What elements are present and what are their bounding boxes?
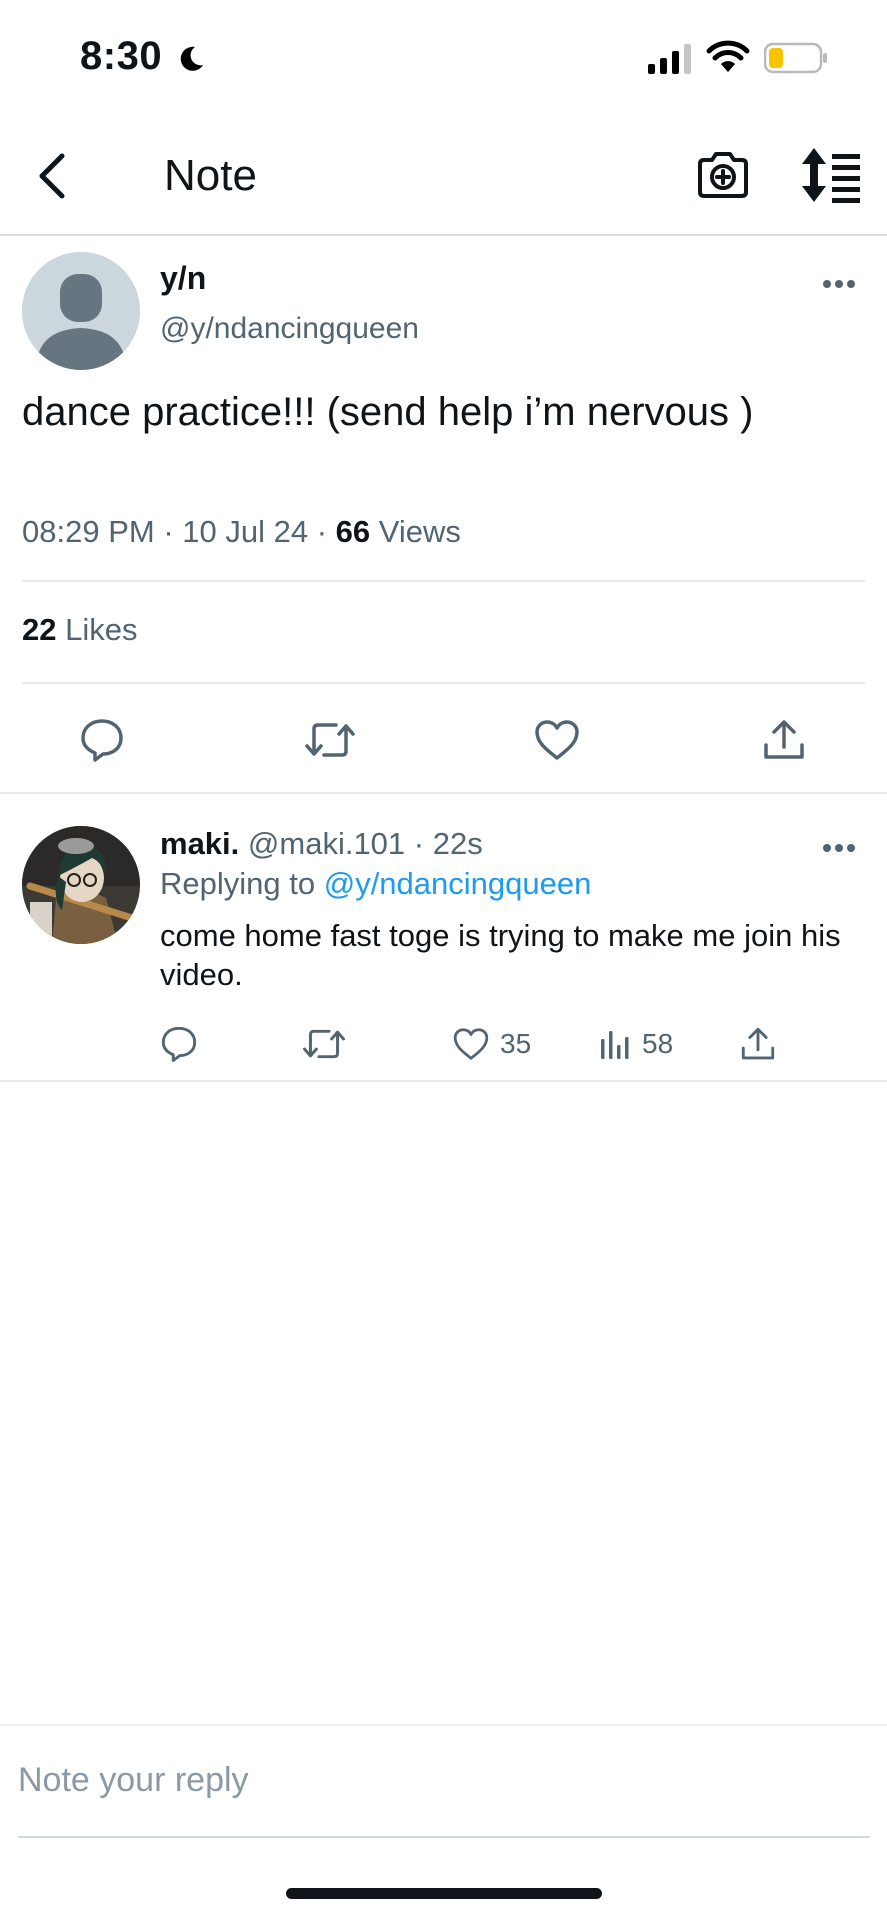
divider xyxy=(22,682,865,684)
tweet-text: dance practice!!! (send help i’m nervous… xyxy=(22,390,754,434)
replying-to: Replying to @y/ndancingqueen xyxy=(160,866,591,902)
divider xyxy=(22,580,865,582)
tweet-time: 08:29 PM xyxy=(22,514,155,549)
moon-icon xyxy=(180,46,203,71)
reply-tweet[interactable]: maki. @maki.101 · 22s Replying to @y/nda… xyxy=(0,794,887,1082)
nav-bar: Note xyxy=(0,118,887,236)
likes-row[interactable]: 22 Likes xyxy=(22,612,137,648)
retweet-icon xyxy=(303,1029,345,1059)
reply-like-count: 35 xyxy=(500,1028,532,1059)
like-icon xyxy=(535,720,579,760)
page-title: Note xyxy=(164,151,257,200)
status-time: 8:30 xyxy=(80,34,163,78)
main-tweet: y/n @y/ndancingqueen dance practice!!! (… xyxy=(0,236,887,794)
tweet-date: 10 Jul 24 xyxy=(182,514,309,549)
views-label: Views xyxy=(378,514,461,549)
home-indicator[interactable] xyxy=(286,1888,602,1899)
status-bar: 8:30 xyxy=(0,0,887,118)
share-button[interactable] xyxy=(754,710,814,770)
avatar[interactable] xyxy=(22,826,140,944)
reply-icon xyxy=(81,719,123,762)
like-icon xyxy=(453,1028,489,1060)
author-name[interactable]: y/n xyxy=(160,260,206,297)
replying-to-link[interactable]: @y/ndancingqueen xyxy=(324,866,592,901)
reply-composer xyxy=(0,1724,887,1838)
divider xyxy=(18,1836,870,1838)
likes-count: 22 xyxy=(22,612,57,647)
reply-text: come home fast toge is trying to make me… xyxy=(160,918,841,992)
share-icon xyxy=(764,720,804,759)
retweet-icon xyxy=(305,723,355,757)
reply-reply-button[interactable] xyxy=(160,1022,198,1066)
views-count: 66 xyxy=(335,514,371,549)
likes-label: Likes xyxy=(65,612,138,647)
reply-author-name[interactable]: maki. xyxy=(160,826,239,861)
reply-header: maki. @maki.101 · 22s xyxy=(160,826,483,861)
reply-button[interactable] xyxy=(72,710,132,770)
more-options-icon[interactable] xyxy=(812,830,866,866)
views-chart-icon xyxy=(601,1031,629,1059)
avatar[interactable] xyxy=(22,252,140,370)
replying-label: Replying to xyxy=(160,866,316,901)
reply-retweet-button[interactable] xyxy=(302,1022,346,1066)
back-chevron-icon xyxy=(39,153,65,199)
profile-picture xyxy=(22,826,140,944)
reply-icon xyxy=(161,1026,197,1062)
reply-author-handle[interactable]: @maki.101 xyxy=(248,826,405,861)
reply-share-button[interactable] xyxy=(740,1022,776,1066)
default-avatar-icon xyxy=(22,252,140,370)
like-button[interactable] xyxy=(527,710,587,770)
reply-input[interactable] xyxy=(18,1748,868,1812)
wifi-icon xyxy=(706,40,750,72)
battery-icon xyxy=(764,42,827,74)
sort-lines-icon[interactable] xyxy=(800,144,862,206)
camera-plus-icon[interactable] xyxy=(694,146,752,204)
tweet-meta: 08:29 PM · 10 Jul 24 · 66 Views xyxy=(22,514,461,549)
reply-views-count: 58 xyxy=(642,1028,674,1059)
more-options-icon[interactable] xyxy=(812,266,866,302)
reply-age: 22s xyxy=(432,826,483,861)
share-icon xyxy=(741,1027,775,1060)
signal-icon xyxy=(648,44,691,74)
retweet-button[interactable] xyxy=(300,710,360,770)
reply-like-button[interactable]: 35 xyxy=(452,1022,531,1066)
author-handle[interactable]: @y/ndancingqueen xyxy=(160,312,419,346)
back-button[interactable] xyxy=(28,146,76,206)
reply-views-button[interactable]: 58 xyxy=(598,1022,673,1066)
